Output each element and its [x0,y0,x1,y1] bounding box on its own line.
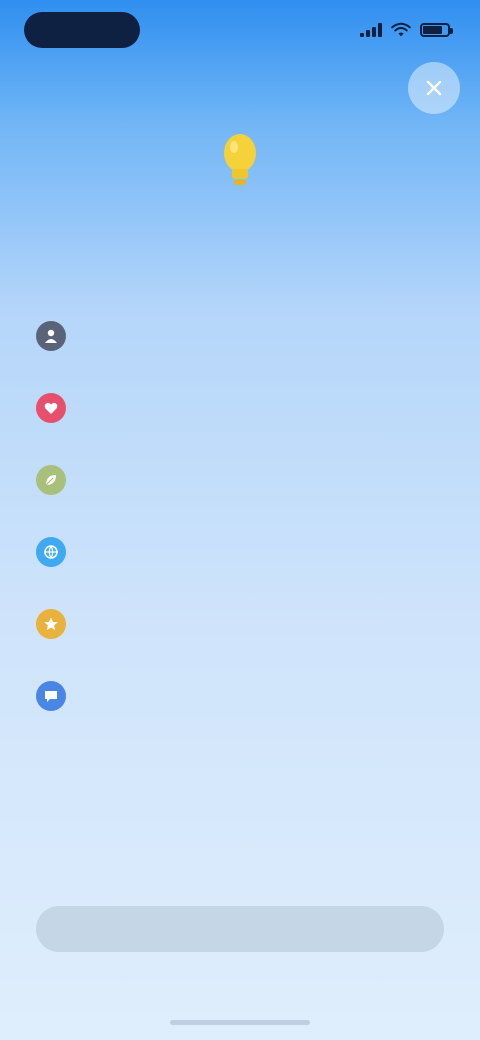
heart-icon [36,393,66,423]
continue-button[interactable] [36,906,444,952]
leaf-icon [36,465,66,495]
list-item[interactable] [0,588,480,660]
wifi-icon [391,22,411,37]
battery-level [423,26,443,34]
hero-icon-wrap [216,128,264,192]
battery-icon [420,23,453,37]
globe-icon [36,537,66,567]
status-bar [0,0,480,64]
list-item[interactable] [0,444,480,516]
signal-icon [360,23,382,37]
status-indicators [360,18,453,42]
star-icon [36,609,66,639]
user-icon [36,321,66,351]
lightbulb-icon [224,134,256,185]
close-button[interactable] [408,62,460,114]
feature-list [0,300,480,732]
list-item[interactable] [0,372,480,444]
list-item[interactable] [0,660,480,732]
chat-icon [36,681,66,711]
home-indicator [170,1020,310,1025]
list-item[interactable] [0,516,480,588]
status-time [24,12,140,48]
close-icon [426,80,442,96]
list-item[interactable] [0,300,480,372]
